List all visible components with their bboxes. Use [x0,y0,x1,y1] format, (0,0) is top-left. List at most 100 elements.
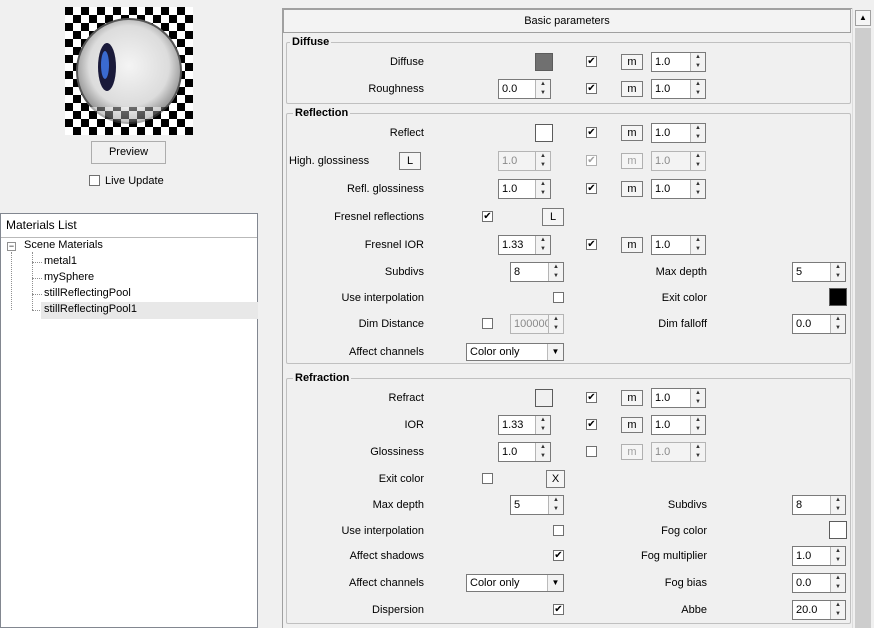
reflect-checkbox[interactable] [586,127,597,138]
fresnel-ior-amount-spinner[interactable]: 1.0 ▲ ▼ [651,235,706,255]
chevron-down-icon[interactable]: ▼ [547,344,563,360]
spinner-arrows-icon[interactable]: ▲ ▼ [830,574,845,592]
reflect-amount-spinner[interactable]: 1.0 ▲ ▼ [651,123,706,143]
refl-glossiness-spinner[interactable]: 1.0 ▲ ▼ [498,179,551,199]
ior-map-button[interactable]: m [621,417,643,433]
diffuse-amount-spinner[interactable]: 1.0 ▲ ▼ [651,52,706,72]
dim-falloff-spinner[interactable]: 0.0 ▲ ▼ [792,314,846,334]
preview-button[interactable]: Preview [91,141,166,164]
refract-amount-spinner[interactable]: 1.0 ▲ ▼ [651,388,706,408]
glossiness-checkbox[interactable] [586,446,597,457]
roughness-checkbox[interactable] [586,83,597,94]
spinner-arrows-icon[interactable]: ▲ ▼ [830,601,845,619]
refr-affect-channels-dropdown[interactable]: Color only ▼ [466,574,564,592]
spinner-arrows-icon[interactable]: ▲ ▼ [690,124,705,142]
dim-distance-spinner[interactable]: 100000 ▲ ▼ [510,314,564,334]
fresnel-lock-button[interactable]: L [542,208,564,226]
refr-exit-color-button[interactable]: X [546,470,565,488]
roughness-map-button[interactable]: m [621,81,643,97]
glossiness-spinner[interactable]: 1.0 ▲ ▼ [498,442,551,462]
spinner-arrows-icon[interactable]: ▲ ▼ [548,263,563,281]
fresnel-ior-map-button[interactable]: m [621,237,643,253]
fresnel-ior-checkbox[interactable] [586,239,597,250]
spinner-arrows-icon[interactable]: ▲ ▼ [830,496,845,514]
spinner-arrows-icon[interactable]: ▲ ▼ [830,547,845,565]
spinner-arrows-icon[interactable]: ▲ ▼ [548,315,563,333]
spinner-arrows-icon[interactable]: ▲ ▼ [535,236,550,254]
chevron-down-icon[interactable]: ▼ [547,575,563,591]
refl-exit-color-swatch[interactable] [829,288,847,306]
spinner-arrows-icon[interactable]: ▲ ▼ [690,53,705,71]
tree-collapse-icon[interactable]: − [7,242,16,251]
vertical-scrollbar[interactable]: ▲ [852,8,872,628]
glossiness-map-button[interactable]: m [621,444,643,460]
refr-subdivs-spinner[interactable]: 8 ▲ ▼ [792,495,846,515]
abbe-spinner[interactable]: 20.0 ▲ ▼ [792,600,846,620]
fresnel-ior-spinner[interactable]: 1.33 ▲ ▼ [498,235,551,255]
roughness-spinner[interactable]: 0.0 ▲ ▼ [498,79,551,99]
refl-max-depth-spinner[interactable]: 5 ▲ ▼ [792,262,846,282]
refl-glossiness-map-button[interactable]: m [621,181,643,197]
scrollbar-thumb[interactable] [855,28,871,628]
high-glossiness-value: 1.0 [502,155,518,167]
spinner-arrows-icon[interactable]: ▲ ▼ [690,152,705,170]
refr-exit-color-checkbox[interactable] [482,473,493,484]
fog-color-swatch[interactable] [829,521,847,539]
refl-use-interpolation-checkbox[interactable] [553,292,564,303]
spinner-arrows-icon[interactable]: ▲ ▼ [535,152,550,170]
diffuse-checkbox[interactable] [586,56,597,67]
spinner-arrows-icon[interactable]: ▲ ▼ [690,180,705,198]
refl-subdivs-spinner[interactable]: 8 ▲ ▼ [510,262,564,282]
spinner-arrows-icon[interactable]: ▲ ▼ [690,236,705,254]
high-glossiness-amount-spinner[interactable]: 1.0 ▲ ▼ [651,151,706,171]
spinner-arrows-icon[interactable]: ▲ ▼ [690,443,705,461]
spinner-arrows-icon[interactable]: ▲ ▼ [535,443,550,461]
refr-max-depth-spinner[interactable]: 5 ▲ ▼ [510,495,564,515]
spinner-arrows-icon[interactable]: ▲ ▼ [535,180,550,198]
spinner-arrows-icon[interactable]: ▲ ▼ [830,315,845,333]
live-update-checkbox[interactable] [89,175,100,186]
spinner-arrows-icon[interactable]: ▲ ▼ [690,416,705,434]
tree-root-scene-materials[interactable]: Scene Materials [24,239,103,251]
refl-subdivs-value: 8 [514,266,521,278]
ior-checkbox[interactable] [586,419,597,430]
rollout-basic-parameters[interactable]: Basic parameters [283,9,851,33]
spinner-arrows-icon[interactable]: ▲ ▼ [535,416,550,434]
tree-item-stillreflectingpool1[interactable]: stillReflectingPool1 [44,303,137,315]
dim-distance-checkbox[interactable] [482,318,493,329]
fog-bias-spinner[interactable]: 0.0 ▲ ▼ [792,573,846,593]
refl-affect-channels-dropdown[interactable]: Color only ▼ [466,343,564,361]
tree-item-mysphere[interactable]: mySphere [44,271,94,283]
affect-shadows-checkbox[interactable] [553,550,564,561]
roughness-amount-spinner[interactable]: 1.0 ▲ ▼ [651,79,706,99]
reflect-map-button[interactable]: m [621,125,643,141]
high-glossiness-map-button[interactable]: m [621,153,643,169]
affect-shadows-label: Affect shadows [349,550,424,562]
spinner-arrows-icon[interactable]: ▲ ▼ [690,80,705,98]
scroll-up-icon[interactable]: ▲ [855,10,871,26]
tree-item-metal1[interactable]: metal1 [44,255,77,267]
spinner-arrows-icon[interactable]: ▲ ▼ [535,80,550,98]
high-glossiness-spinner[interactable]: 1.0 ▲ ▼ [498,151,551,171]
tree-item-stillreflectingpool[interactable]: stillReflectingPool [44,287,131,299]
refl-glossiness-amount-spinner[interactable]: 1.0 ▲ ▼ [651,179,706,199]
ior-amount-spinner[interactable]: 1.0 ▲ ▼ [651,415,706,435]
high-glossiness-lock-button[interactable]: L [399,152,421,170]
refract-color-swatch[interactable] [535,389,553,407]
spinner-arrows-icon[interactable]: ▲ ▼ [690,389,705,407]
spinner-arrows-icon[interactable]: ▲ ▼ [548,496,563,514]
refract-checkbox[interactable] [586,392,597,403]
refl-glossiness-checkbox[interactable] [586,183,597,194]
ior-spinner[interactable]: 1.33 ▲ ▼ [498,415,551,435]
diffuse-map-button[interactable]: m [621,54,643,70]
spinner-arrows-icon[interactable]: ▲ ▼ [830,263,845,281]
fresnel-reflections-checkbox[interactable] [482,211,493,222]
high-glossiness-checkbox[interactable] [586,155,597,166]
glossiness-amount-spinner[interactable]: 1.0 ▲ ▼ [651,442,706,462]
refr-use-interpolation-checkbox[interactable] [553,525,564,536]
diffuse-color-swatch[interactable] [535,53,553,71]
refract-map-button[interactable]: m [621,390,643,406]
dispersion-checkbox[interactable] [553,604,564,615]
reflect-color-swatch[interactable] [535,124,553,142]
fog-multiplier-spinner[interactable]: 1.0 ▲ ▼ [792,546,846,566]
